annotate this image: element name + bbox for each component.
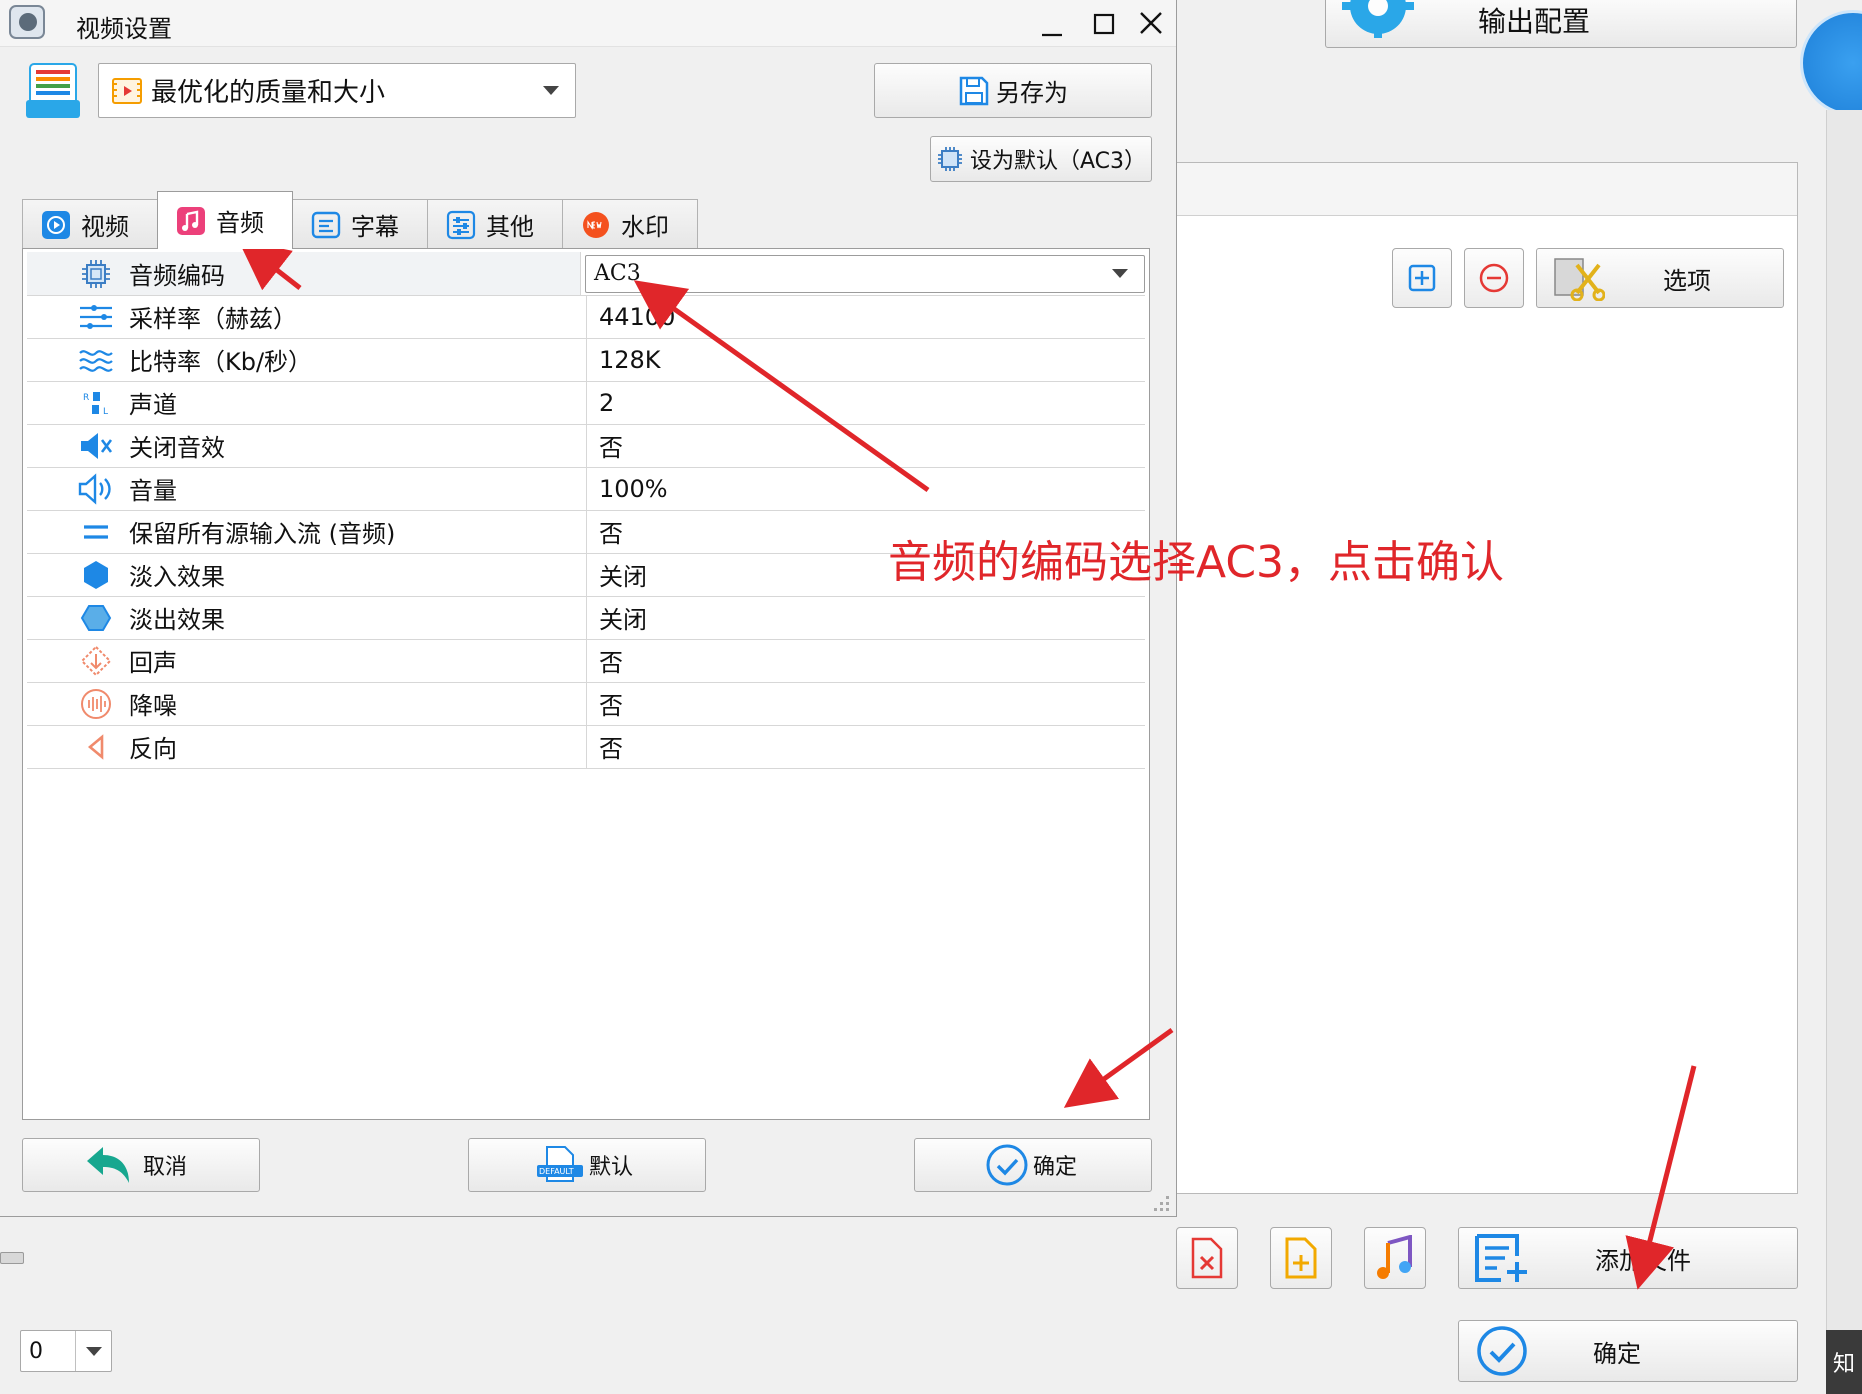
arrow-to-codec-select xyxy=(633,280,930,493)
music-note-icon xyxy=(177,206,205,235)
annotation-text: 音频的编码选择AC3，点击确认 xyxy=(888,537,1505,588)
arrow-to-audio-tab xyxy=(238,239,302,291)
arrow-to-dialog-ok xyxy=(1063,1027,1174,1108)
arrow-to-main-ok xyxy=(1625,1065,1697,1290)
tab-audio[interactable]: 音频 xyxy=(157,191,293,249)
tab-audio-label: 音频 xyxy=(216,209,264,237)
